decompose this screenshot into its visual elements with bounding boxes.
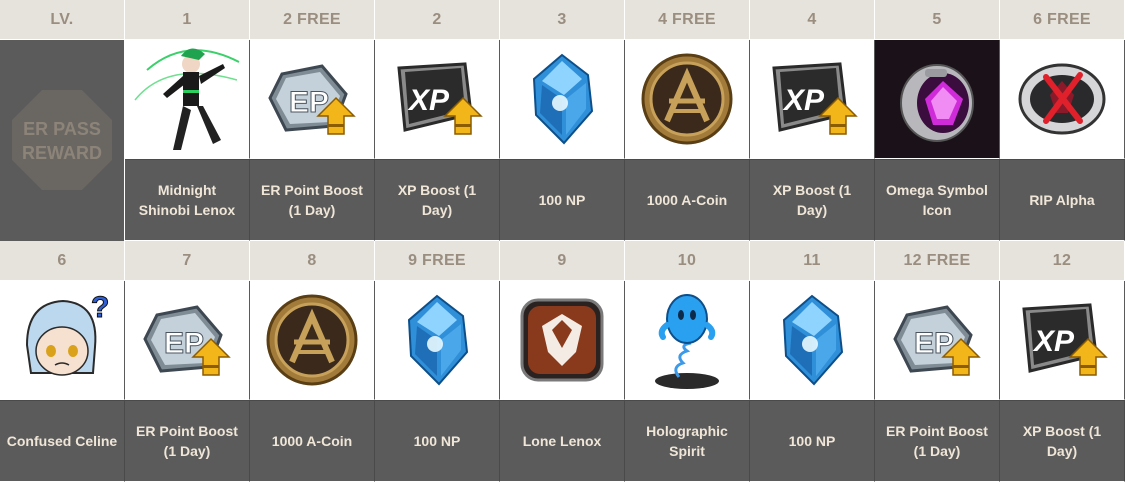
svg-text:?: ? [91,291,109,324]
xp-boost-icon: XP [387,54,487,144]
reward-name: 100 NP [750,400,875,482]
reward-name: 100 NP [500,159,625,241]
er-pass-reward-text: ER PASS REWARD [22,117,102,165]
reward-image-cell [500,40,625,159]
reward-name: Lone Lenox [500,400,625,482]
reward-name: Holographic Spirit [625,400,750,482]
level-number: 4 [750,0,875,40]
confused-celine-icon: ? [7,285,117,395]
level-number: 10 [625,241,750,281]
holographic-spirit-icon [637,285,737,395]
reward-name: XP Boost (1 Day) [375,159,500,241]
reward-image-cell: ? [0,281,125,400]
reward-image-cell [125,40,250,159]
level-number: 2 FREE [250,0,375,40]
svg-text:XP: XP [1032,325,1075,358]
level-number: 9 FREE [375,241,500,281]
a-coin-icon [262,290,362,390]
reward-image-cell: EP [125,281,250,400]
reward-image-cell: XP [1000,281,1125,400]
reward-name: XP Boost (1 Day) [750,159,875,241]
rip-alpha-icon [1012,49,1112,149]
reward-image-cell [625,40,750,159]
omega-symbol-icon [887,49,987,149]
svg-text:XP: XP [407,84,450,117]
reward-name: RIP Alpha [1000,159,1125,241]
ep-boost-icon: EP [137,295,237,385]
reward-table: LV. 1 Midnight Shinobi Lenox 2 FREE EP ER … [0,0,1127,483]
a-coin-icon [637,49,737,149]
reward-image-cell: EP [250,40,375,159]
level-number: 11 [750,241,875,281]
er-pass-reward-label: ER PASS REWARD [0,40,125,241]
level-number: 3 [500,0,625,40]
reward-image-cell [500,281,625,400]
reward-name: ER Point Boost (1 Day) [125,400,250,482]
level-number: 12 [1000,241,1125,281]
level-number: 7 [125,241,250,281]
reward-image-cell [1000,40,1125,159]
np-crystal-icon [397,290,477,390]
level-number: 9 [500,241,625,281]
reward-image-cell: EP [875,281,1000,400]
reward-image-cell [875,40,1000,159]
er-pass-reward-line2: REWARD [22,142,102,163]
er-pass-reward-line1: ER PASS [23,118,101,139]
reward-image-cell [250,281,375,400]
reward-image-cell [750,281,875,400]
character-lenox-icon [127,40,247,158]
ep-boost-icon: EP [262,54,362,144]
lone-lenox-icon [512,290,612,390]
reward-image-cell [625,281,750,400]
level-number: 2 [375,0,500,40]
level-number: 4 FREE [625,0,750,40]
level-number: 6 FREE [1000,0,1125,40]
reward-image-cell: XP [375,40,500,159]
reward-name: XP Boost (1 Day) [1000,400,1125,482]
reward-name: Omega Symbol Icon [875,159,1000,241]
reward-name: Midnight Shinobi Lenox [125,159,250,241]
np-crystal-icon [772,290,852,390]
xp-boost-icon: XP [1012,295,1112,385]
svg-text:XP: XP [782,84,825,117]
level-number: 1 [125,0,250,40]
reward-name: Confused Celine [0,400,125,482]
xp-boost-icon: XP [762,54,862,144]
np-crystal-icon [522,49,602,149]
level-number: 8 [250,241,375,281]
reward-image-cell [375,281,500,400]
level-number: 6 [0,241,125,281]
reward-name: 1000 A-Coin [625,159,750,241]
ep-boost-icon: EP [887,295,987,385]
reward-name: ER Point Boost (1 Day) [875,400,1000,482]
level-number: 5 [875,0,1000,40]
reward-image-cell: XP [750,40,875,159]
level-header-label: LV. [0,0,125,40]
reward-name: 1000 A-Coin [250,400,375,482]
reward-name: ER Point Boost (1 Day) [250,159,375,241]
reward-name: 100 NP [375,400,500,482]
level-number: 12 FREE [875,241,1000,281]
